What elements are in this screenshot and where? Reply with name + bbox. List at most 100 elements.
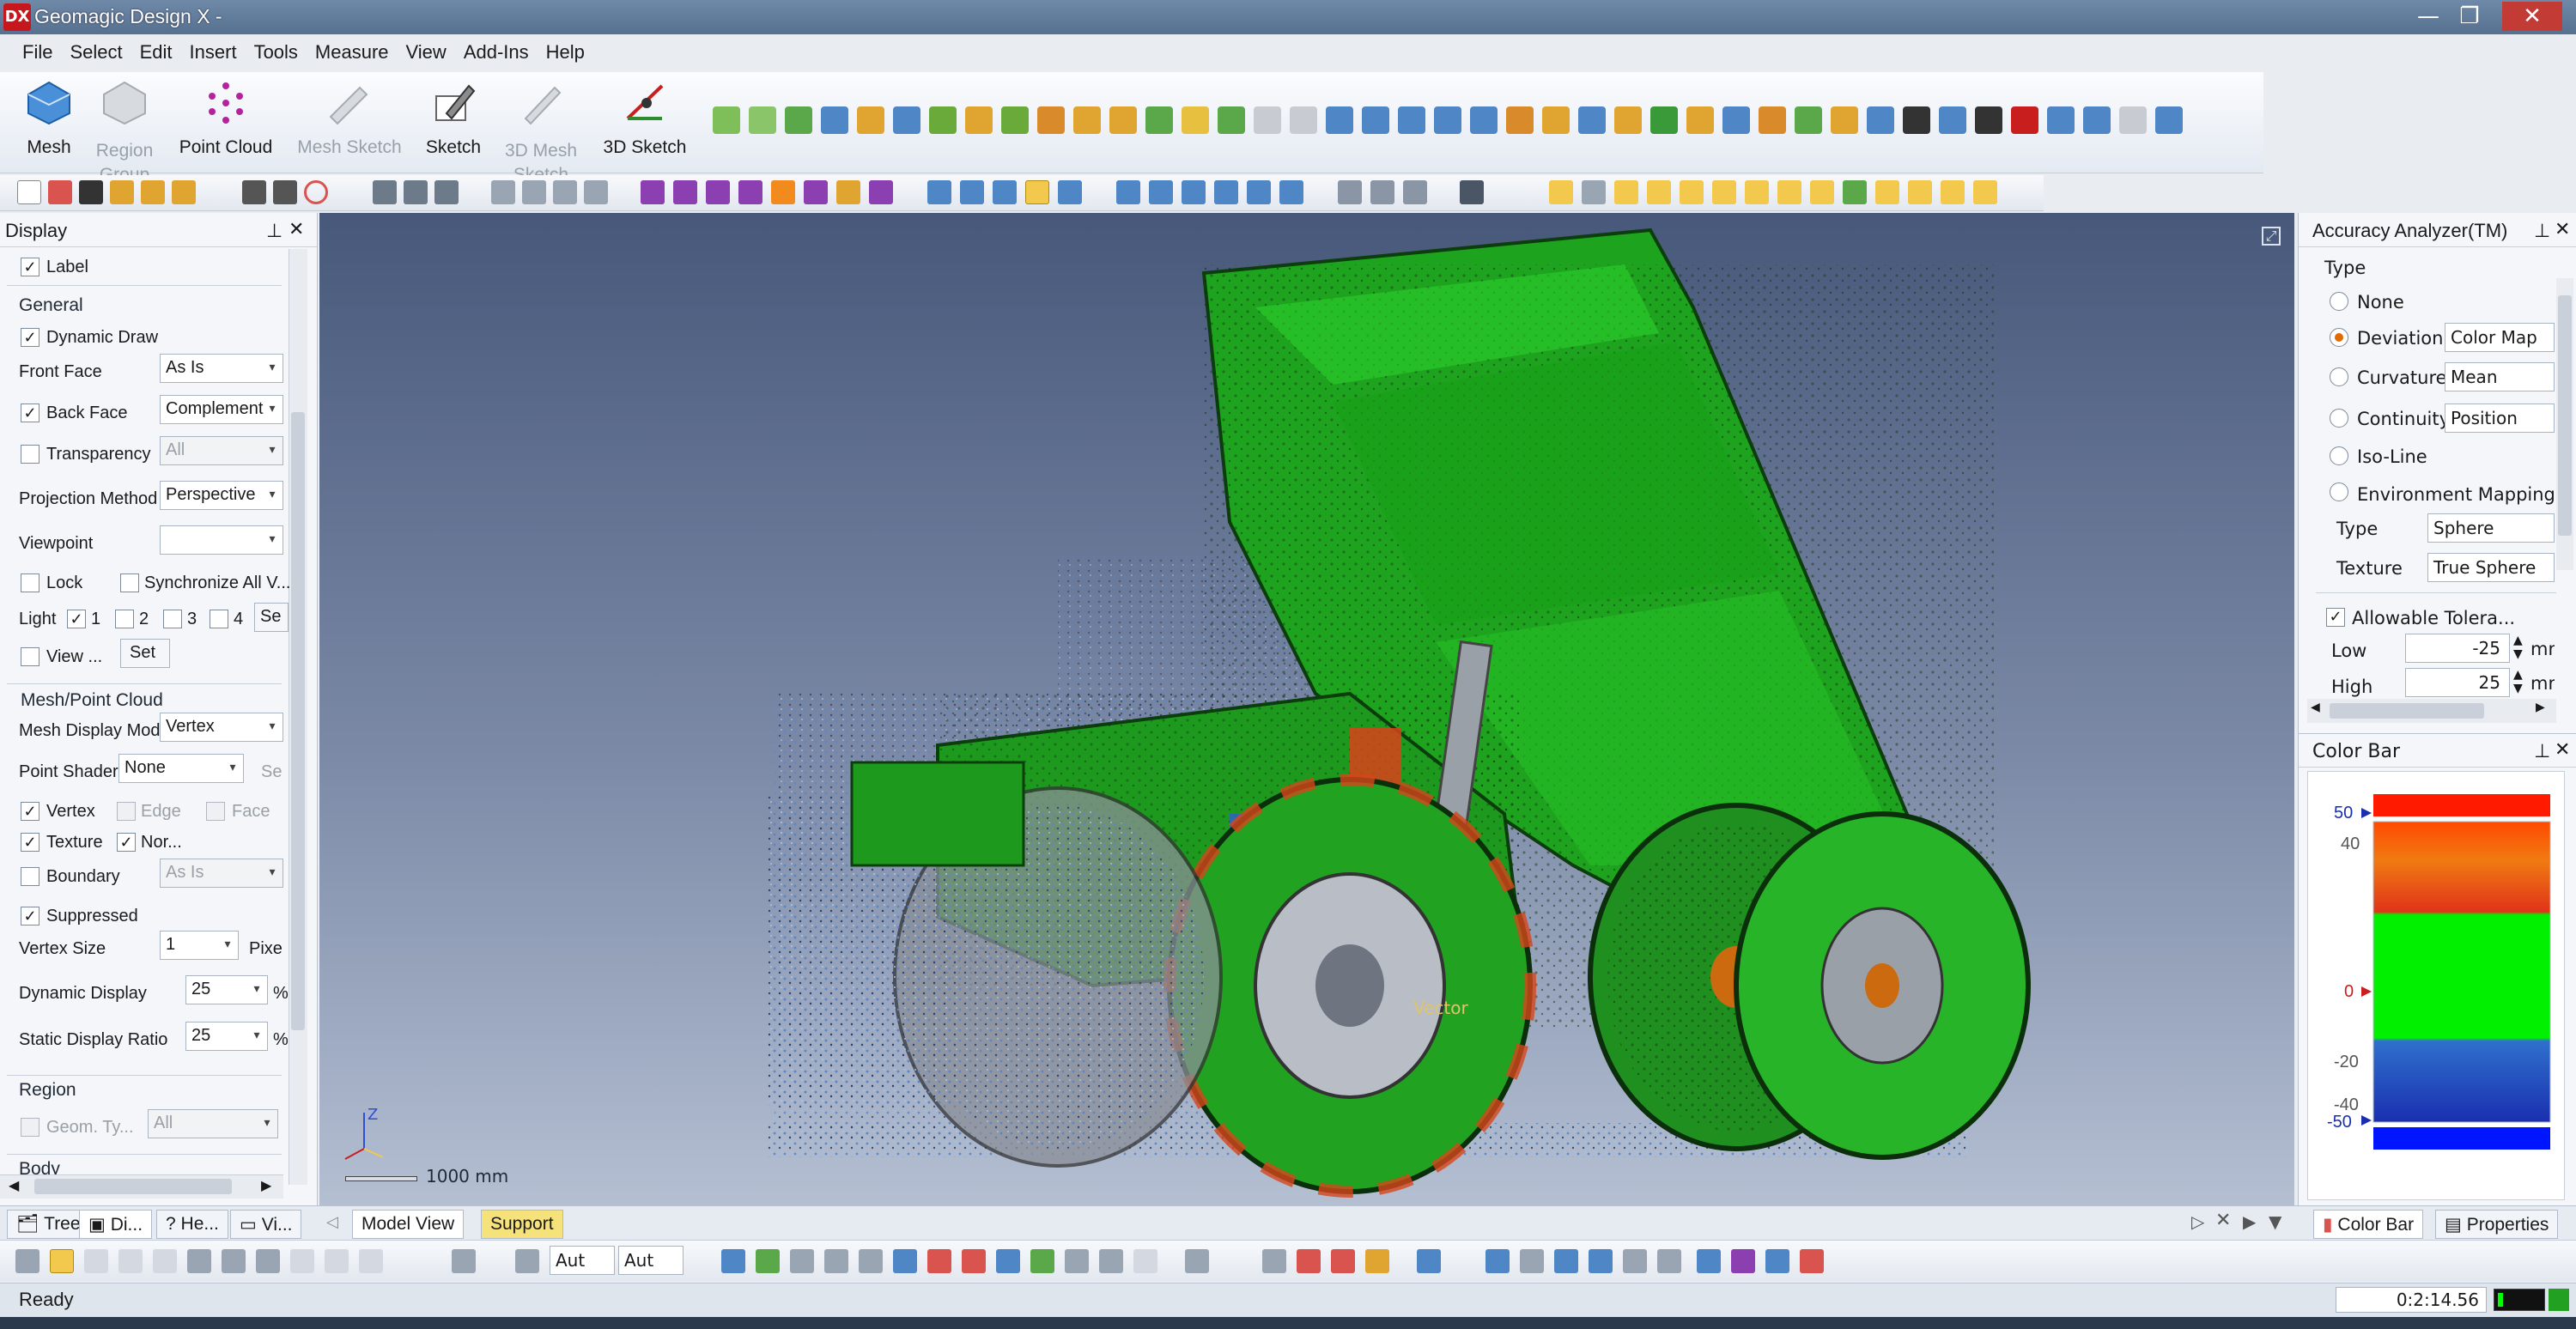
menu-file[interactable]: File (0, 36, 61, 69)
select-arrow-icon[interactable] (15, 1249, 39, 1273)
trim-mesh-icon[interactable] (1099, 1249, 1123, 1273)
measure-distance-icon[interactable] (1338, 180, 1362, 204)
trim-icon[interactable] (1470, 106, 1498, 134)
measure-tool-icon[interactable] (1697, 1249, 1721, 1273)
rotate-y-icon[interactable] (738, 180, 762, 204)
light-2-checkbox[interactable] (115, 610, 134, 628)
fillet-icon[interactable] (1145, 106, 1173, 134)
pin-icon[interactable]: ⊥ (2534, 741, 2550, 762)
close-panel-icon[interactable]: ✕ (2555, 218, 2570, 240)
light-settings-button[interactable]: Se (254, 603, 289, 632)
3d-mesh-sketch-button[interactable]: 3D Mesh Sketch (500, 79, 582, 185)
menu-tools[interactable]: Tools (246, 36, 307, 69)
filter-vertex-icon[interactable] (1777, 180, 1801, 204)
wireframe-icon[interactable] (1116, 180, 1140, 204)
curvature-radio[interactable] (2330, 367, 2348, 386)
view-top-icon[interactable] (993, 180, 1017, 204)
menu-insert[interactable]: Insert (181, 36, 246, 69)
grid-pattern-icon[interactable] (2047, 106, 2075, 134)
dynamic-display-select[interactable]: 25 ▾ (185, 975, 268, 1004)
pin-icon[interactable]: ⊥ (2534, 220, 2550, 242)
remove-icon[interactable] (1975, 106, 2002, 134)
close-panel-icon[interactable]: ✕ (289, 218, 304, 240)
rotate-z-icon[interactable] (771, 180, 795, 204)
scroll-right-icon[interactable]: ▶ (261, 1177, 271, 1193)
deviation-icon[interactable] (1686, 106, 1714, 134)
measure-radius-icon[interactable] (1403, 180, 1427, 204)
transparent-icon[interactable] (1247, 180, 1271, 204)
menu-view[interactable]: View (398, 36, 455, 69)
front-face-select[interactable]: As Is ▾ (160, 354, 283, 383)
transparency-checkbox[interactable] (21, 445, 39, 464)
subdivide-icon[interactable] (996, 1249, 1020, 1273)
move-icon[interactable] (1506, 106, 1534, 134)
none-radio[interactable] (2330, 292, 2348, 311)
line-icon[interactable] (749, 106, 776, 134)
save-icon[interactable] (79, 180, 103, 204)
region-split-icon[interactable] (1262, 1249, 1286, 1273)
align-wizard-icon[interactable] (1185, 1249, 1209, 1273)
points-icon[interactable] (1731, 1249, 1755, 1273)
light-1-checkbox[interactable]: ✓ (67, 610, 86, 628)
pan-icon[interactable] (641, 180, 665, 204)
zoom-icon[interactable] (522, 180, 546, 204)
viewpoint-select[interactable]: ▾ (160, 525, 283, 555)
hidden-line-icon[interactable] (1182, 180, 1206, 204)
env-type-select[interactable]: Sphere (2427, 513, 2555, 543)
open-folder-icon[interactable] (172, 180, 196, 204)
rotate-icon[interactable] (673, 180, 697, 204)
region-color-icon[interactable] (1417, 1249, 1441, 1273)
accuracy-horizontal-scrollbar[interactable]: ◀ ▶ (2307, 699, 2556, 723)
select-through-icon[interactable] (290, 1249, 314, 1273)
dynamic-draw-checkbox[interactable]: ✓ (21, 328, 39, 347)
cylinder-icon[interactable] (1037, 106, 1065, 134)
light-4-checkbox[interactable] (210, 610, 228, 628)
lock-checkbox[interactable] (21, 573, 39, 592)
deviation-select[interactable]: Color Map (2445, 323, 2555, 352)
filter-axis-icon[interactable] (1908, 180, 1932, 204)
maximize-view-icon[interactable]: ⤢ (2262, 227, 2281, 246)
edge-checkbox[interactable] (117, 802, 136, 821)
model-viewport[interactable]: Vector ⤢ Z 1000 mm (319, 213, 2294, 1205)
healing-icon[interactable] (1065, 1249, 1089, 1273)
horizontal-scrollbar[interactable]: ◀ ▶ (0, 1174, 283, 1199)
filter-face-icon[interactable] (1712, 180, 1736, 204)
option-continuity[interactable]: Continuity Position (2299, 404, 2556, 438)
scroll-right-icon[interactable]: ▶ (2536, 701, 2545, 714)
high-input[interactable]: 25 (2405, 668, 2510, 697)
close-panel-icon[interactable]: ✕ (2555, 739, 2570, 761)
filter-icon[interactable] (1657, 1249, 1681, 1273)
sync-checkbox[interactable] (120, 573, 139, 592)
section-view-icon[interactable] (1279, 180, 1303, 204)
back-face-select[interactable]: Complement ▾ (160, 395, 283, 424)
clipping-icon[interactable] (1520, 1249, 1544, 1273)
env-texture-select[interactable]: True Sphere (2427, 553, 2555, 582)
cone-icon[interactable] (1073, 106, 1101, 134)
revolve-icon[interactable] (893, 106, 920, 134)
taper-icon[interactable] (1109, 106, 1137, 134)
snap-mode-select-2[interactable]: Aut (618, 1246, 683, 1275)
allowable-tolerance-checkbox[interactable]: ✓ (2326, 608, 2345, 627)
shell-icon[interactable] (1218, 106, 1245, 134)
tab-scroll-left-icon[interactable]: ◁ (326, 1213, 338, 1231)
table-icon[interactable] (1623, 1249, 1647, 1273)
tab-color-bar[interactable]: ▮ Color Bar (2313, 1210, 2424, 1239)
option-curvature[interactable]: Curvature Mean (2299, 362, 2556, 397)
align-icon[interactable] (1362, 106, 1389, 134)
filter-point-icon[interactable] (1614, 180, 1638, 204)
tab-help[interactable]: ? He... (156, 1210, 228, 1239)
mesh-sketch-button[interactable]: Mesh Sketch (292, 79, 407, 173)
curvature-select[interactable]: Mean (2445, 362, 2555, 391)
more-icon[interactable] (2155, 106, 2183, 134)
sweep-icon[interactable] (929, 106, 957, 134)
snap-mode-select-1[interactable]: Aut (550, 1246, 615, 1275)
transform-icon[interactable] (1867, 106, 1894, 134)
view-back-icon[interactable] (960, 180, 984, 204)
delete-icon[interactable] (1903, 106, 1930, 134)
filter-region-icon[interactable] (1647, 180, 1671, 204)
point-icon[interactable] (785, 106, 812, 134)
close-button[interactable]: ✕ (2502, 2, 2562, 31)
tab-close-icon[interactable]: ✕ (2215, 1210, 2231, 1231)
tab-model-view[interactable]: Model View (352, 1210, 465, 1239)
loft-icon[interactable] (965, 106, 993, 134)
